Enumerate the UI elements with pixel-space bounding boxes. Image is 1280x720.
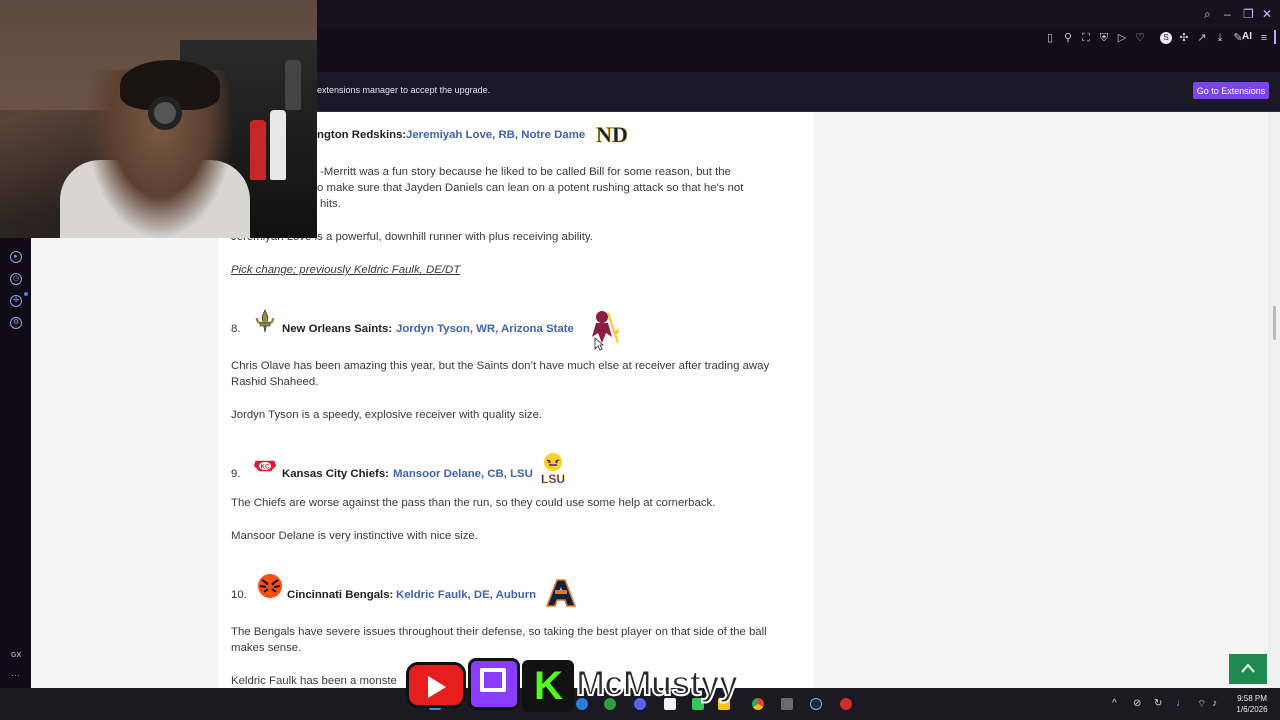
play-icon[interactable]: ▷ (1116, 32, 1128, 44)
notification-text: extensions manager to accept the upgrade… (317, 85, 491, 95)
pick-9-summary: Mansoor Delane is very instinctive with … (231, 530, 478, 542)
svg-text:ND: ND (596, 122, 628, 147)
bengals-logo-icon (258, 574, 282, 598)
shield-icon[interactable]: ⛨ (1098, 32, 1110, 44)
pick-7-paragraph-line: -Merritt was a fun story because he like… (320, 166, 731, 178)
pick-10-player-link[interactable]: Keldric Faulk, DE, Auburn (396, 589, 536, 601)
lsu-logo-text: LSU (541, 472, 565, 485)
pick-8-summary: Jordyn Tyson is a speedy, explosive rece… (231, 409, 543, 421)
chevron-up-icon (1241, 663, 1255, 673)
screen: ⌕ – ❐ ✕ ▯ ⚲ ⛶ ⛨ ▷ ♡ S ✣ ↗ ⤓ ✎ AI ≡ exten… (0, 0, 1280, 720)
pick-9-paragraph: The Chiefs are worse against the pass th… (231, 497, 716, 509)
search-icon[interactable]: ⌕ (1204, 7, 1211, 22)
screenshot-icon[interactable]: ⛶ (1080, 32, 1092, 44)
pick-10-number: 10. (231, 589, 247, 601)
arizona-state-logo-icon (592, 311, 619, 344)
tray-microphone-icon[interactable]: ♩ (1176, 698, 1186, 709)
minimize-button[interactable]: – (1224, 7, 1231, 21)
pick-7-player-link[interactable]: Jeremiyah Love, RB, Notre Dame (406, 129, 585, 141)
lsu-logo-icon: LSU (541, 453, 565, 485)
pick-10-paragraph-line: The Bengals have severe issues throughou… (231, 626, 767, 638)
pick-10-summary: Keldric Faulk has been a monste (231, 675, 397, 687)
s-extension-icon[interactable]: S (1160, 32, 1172, 44)
pick-8-player-link[interactable]: Jordyn Tyson, WR, Arizona State (396, 323, 574, 335)
history-icon[interactable]: ◷ (10, 273, 22, 285)
headset-icon (148, 96, 182, 130)
ai-label[interactable]: AI (1242, 31, 1252, 42)
download-icon[interactable]: ⤓ (1214, 32, 1226, 44)
pick-7-paragraph-line: o make sure that Jayden Daniels can lean… (317, 182, 744, 194)
pick-10-paragraph-line: makes sense. (231, 642, 302, 654)
taskbar-clock[interactable]: 9:58 PM 1/6/2026 (1232, 693, 1272, 715)
settings-icon[interactable]: ⚙ (10, 317, 22, 329)
puzzle-icon[interactable]: ✣ (1178, 32, 1190, 44)
pick-9-player-link[interactable]: Mansoor Delane, CB, LSU (393, 468, 533, 480)
saints-logo-icon (255, 308, 275, 333)
scroll-to-top-button[interactable] (1229, 654, 1267, 684)
chiefs-logo-icon: KC (252, 459, 278, 473)
pick-10-team: Cincinnati Bengals: (287, 589, 394, 601)
svg-text:KC: KC (261, 465, 270, 471)
clock-date: 1/6/2026 (1236, 705, 1268, 714)
tray-wifi-icon[interactable]: ⌔ (1197, 698, 1206, 711)
tray-network-off-icon[interactable]: ⊘ (1133, 698, 1141, 709)
pick-7-team: ngton Redskins: (317, 129, 407, 141)
pin-icon[interactable]: ⚲ (1062, 32, 1074, 44)
menu-icon[interactable]: ≡ (1258, 32, 1270, 44)
player-icon[interactable]: ▸ (10, 251, 22, 263)
sidebar-more-button[interactable]: ··· (11, 670, 20, 680)
steam-icon[interactable] (810, 698, 822, 710)
pick-9-number: 9. (231, 468, 241, 480)
gx-badge[interactable]: GX (11, 652, 21, 659)
page-scrollbar[interactable] (1268, 112, 1280, 688)
clock-time: 9:58 PM (1237, 694, 1267, 703)
tray-chevron-icon[interactable]: ^ (1112, 698, 1117, 709)
youtube-play-icon (428, 676, 446, 698)
auburn-logo-icon (545, 579, 577, 607)
pick-7-change-note: Pick change; previously Keldric Faulk, D… (231, 264, 461, 276)
go-to-extensions-button[interactable]: Go to Extensions (1193, 82, 1269, 99)
streamer-username: McMustyy (575, 663, 739, 704)
scrollbar-thumb[interactable] (1273, 306, 1276, 340)
mouse-cursor-icon (594, 337, 604, 351)
heart-icon[interactable]: ♡ (1134, 32, 1146, 44)
pick-7-paragraph-line: hits. (320, 198, 341, 210)
pick-8-team: New Orleans Saints: (282, 323, 393, 335)
pick-8-number: 8. (231, 323, 241, 335)
notification-dot (24, 292, 28, 296)
pick-9-team: Kansas City Chiefs: (282, 468, 389, 480)
toolbar-accent-bar (1274, 30, 1276, 44)
close-button[interactable]: ✕ (1262, 7, 1272, 21)
webcam-bottle (285, 60, 301, 110)
pick-8-paragraph-line: Chris Olave has been amazing this year, … (231, 360, 770, 372)
webcam-overlay (0, 0, 317, 238)
twitch-glyph-icon (480, 668, 506, 692)
extensions-icon[interactable]: ✣ (10, 295, 22, 307)
tray-sync-icon[interactable]: ↻ (1154, 698, 1162, 709)
webcam-bottle (270, 110, 286, 180)
pick-8-paragraph-line: Rashid Shaheed. (231, 376, 319, 388)
tray-volume-icon[interactable]: ♪ (1212, 698, 1217, 709)
webcam-bottle (250, 120, 266, 180)
notre-dame-logo-icon: ND (596, 122, 628, 148)
share-icon[interactable]: ↗ (1196, 32, 1208, 44)
kick-logo-letter: K (534, 664, 563, 708)
tool-icon[interactable] (781, 698, 793, 710)
reader-icon[interactable]: ▯ (1044, 32, 1056, 44)
chrome-icon[interactable] (752, 698, 764, 710)
restore-button[interactable]: ❐ (1243, 7, 1254, 21)
opera-gx-icon[interactable] (840, 698, 852, 710)
